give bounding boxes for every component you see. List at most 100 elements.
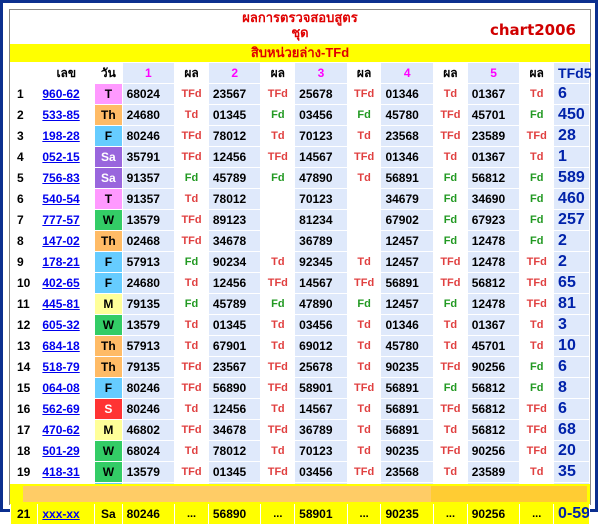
row-value-1: 57913 — [121, 335, 176, 357]
row-number-link[interactable]: 533-85 — [37, 104, 96, 126]
row-value-1: 02468 — [121, 230, 176, 252]
row-result-4: TFd — [433, 125, 468, 147]
row-value-3: 92345 — [294, 251, 348, 273]
row-value-2: 12456 — [207, 146, 262, 168]
report-panel: ผลการตรวจสอบสูตร ชุด chart2006 สิบหน่วยล… — [9, 9, 592, 525]
row-result-5: Fd — [519, 356, 555, 378]
row-value-5: 12478 — [466, 293, 521, 315]
row-result-4: Fd — [433, 167, 468, 189]
row-day-badge: F — [94, 272, 123, 294]
row-number-link[interactable]: 198-28 — [37, 125, 96, 147]
row-result-2 — [260, 188, 296, 210]
row-result-3: Td — [346, 125, 382, 147]
col-res-5: ผล — [519, 62, 555, 84]
row-number-link[interactable]: 178-21 — [37, 251, 96, 273]
row-result-1: Td — [174, 188, 209, 210]
row-number-link[interactable]: 418-31 — [37, 461, 96, 483]
row-number-link[interactable]: 684-18 — [37, 335, 96, 357]
row-value-5: 01367 — [466, 146, 521, 168]
footer-bar-left — [23, 486, 431, 502]
row-result-1: Td — [174, 440, 209, 462]
row-summary: 81 — [553, 293, 590, 315]
row-value-1: 80246 — [121, 503, 176, 525]
row-number-link[interactable]: 147-02 — [37, 230, 96, 252]
row-number-link[interactable]: xxx-xx — [37, 503, 96, 525]
row-result-4: Td — [433, 83, 468, 105]
row-number-link[interactable]: 562-69 — [37, 398, 96, 420]
row-value-1: 80246 — [121, 125, 176, 147]
row-result-3: Td — [346, 356, 382, 378]
row-value-3: 25678 — [294, 83, 348, 105]
row-value-2: 67901 — [207, 335, 262, 357]
row-result-3: Fd — [346, 293, 382, 315]
row-day-badge: Sa — [94, 146, 123, 168]
row-number-link[interactable]: 756-83 — [37, 167, 96, 189]
row-value-5: 34690 — [466, 188, 521, 210]
row-number-link[interactable]: 960-62 — [37, 83, 96, 105]
row-result-5: TFd — [519, 293, 555, 315]
row-result-5: TFd — [519, 251, 555, 273]
row-result-4: Td — [433, 314, 468, 336]
row-value-5: 90256 — [466, 503, 521, 525]
row-number-link[interactable]: 064-08 — [37, 377, 96, 399]
row-number: 14 — [9, 356, 39, 378]
row-value-5: 56812 — [466, 398, 521, 420]
row-value-1: 80246 — [121, 398, 176, 420]
row-result-4: TFd — [433, 251, 468, 273]
row-number-link[interactable]: 777-57 — [37, 209, 96, 231]
row-value-1: 24680 — [121, 272, 176, 294]
row-result-4: TFd — [433, 356, 468, 378]
row-number-link[interactable]: 540-54 — [37, 188, 96, 210]
row-result-3: TFd — [346, 83, 382, 105]
row-result-5: Fd — [519, 230, 555, 252]
row-value-5: 56812 — [466, 167, 521, 189]
chart-tag: chart2006 — [489, 21, 576, 39]
table-header-row: เลข วัน 1 ผล 2 ผล 3 ผล 4 ผล 5 ผล TFd5 — [9, 62, 592, 84]
row-day-badge: W — [94, 314, 123, 336]
row-day-badge: T — [94, 83, 123, 105]
table-body: 1 960-62 T 68024 TFd 23567 TFd 25678 TFd 01346 Td 0… — [9, 83, 590, 525]
row-result-5: Fd — [519, 188, 555, 210]
table-row: 17 470-62 M 46802 TFd 34678 TFd 36789 Td 56891 Td 5… — [9, 419, 590, 441]
row-number-link[interactable]: 470-62 — [37, 419, 96, 441]
row-value-3: 03456 — [294, 104, 348, 126]
row-value-2: 34678 — [207, 419, 262, 441]
row-result-5: Fd — [519, 209, 555, 231]
row-day-badge: M — [94, 293, 123, 315]
row-result-1: TFd — [174, 209, 209, 231]
row-value-1: 13579 — [121, 209, 176, 231]
row-value-4: 01346 — [380, 314, 435, 336]
col-4: 4 — [380, 62, 435, 84]
row-value-5: 56812 — [466, 272, 521, 294]
row-summary: 65 — [553, 272, 590, 294]
row-result-3: TFd — [346, 377, 382, 399]
row-value-4: 56891 — [380, 377, 435, 399]
row-value-1: 68024 — [121, 440, 176, 462]
row-result-4: ... — [433, 503, 468, 525]
row-result-3: Td — [346, 314, 382, 336]
row-result-5: TFd — [519, 398, 555, 420]
row-result-2: TFd — [260, 377, 296, 399]
row-value-5: 45701 — [466, 104, 521, 126]
row-result-3: Td — [346, 398, 382, 420]
row-number-link[interactable]: 052-15 — [37, 146, 96, 168]
row-number: 5 — [9, 167, 39, 189]
row-number: 1 — [9, 83, 39, 105]
row-number: 3 — [9, 125, 39, 147]
row-value-1: 57913 — [121, 251, 176, 273]
row-number: 2 — [9, 104, 39, 126]
row-number-link[interactable]: 605-32 — [37, 314, 96, 336]
row-number-link[interactable]: 518-79 — [37, 356, 96, 378]
row-result-1: TFd — [174, 230, 209, 252]
table-row: 19 418-31 W 13579 TFd 01345 TFd 03456 TFd 23568 Td… — [9, 461, 590, 483]
row-value-2: 45789 — [207, 167, 262, 189]
row-value-5: 12478 — [466, 230, 521, 252]
row-number-link[interactable]: 501-29 — [37, 440, 96, 462]
row-value-1: 80246 — [121, 377, 176, 399]
row-result-2: TFd — [260, 419, 296, 441]
row-number-link[interactable]: 402-65 — [37, 272, 96, 294]
row-number: 10 — [9, 272, 39, 294]
row-result-3 — [346, 230, 382, 252]
row-value-3: 03456 — [294, 461, 348, 483]
row-number-link[interactable]: 445-81 — [37, 293, 96, 315]
